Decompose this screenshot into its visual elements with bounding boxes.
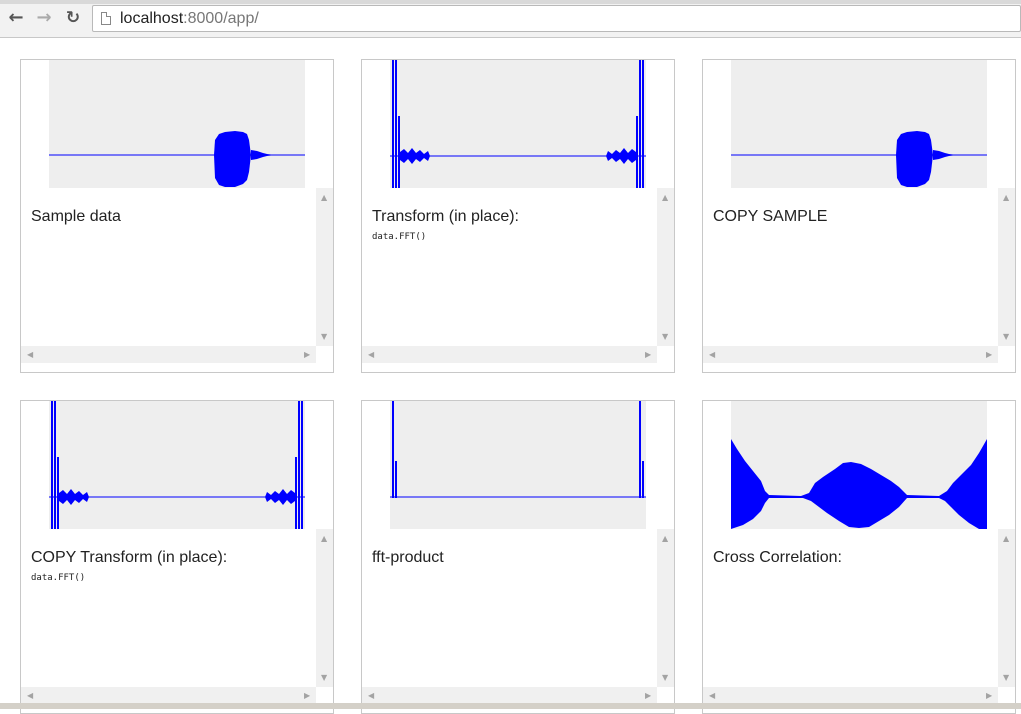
scroll-down-arrow-icon[interactable]: ▼ — [321, 333, 327, 341]
back-button[interactable]: ← — [6, 8, 26, 28]
panel-code: data.FFT() — [31, 573, 86, 583]
reload-icon: ↻ — [65, 7, 81, 28]
forward-arrow-icon: → — [36, 7, 52, 28]
panel-cross-correlation: Cross Correlation: ▲ ▼ ◀ ▶ — [702, 400, 1016, 714]
waveform-canvas — [49, 60, 305, 188]
textarea[interactable]: COPY Transform (in place): data.FFT() — [21, 529, 316, 687]
back-arrow-icon: ← — [8, 7, 24, 28]
scroll-up-arrow-icon[interactable]: ▲ — [1003, 194, 1009, 202]
tab-strip — [0, 0, 1021, 4]
vertical-scrollbar[interactable]: ▲ ▼ — [657, 188, 674, 346]
panel-title: Transform (in place): — [372, 208, 519, 225]
scroll-down-arrow-icon[interactable]: ▼ — [1003, 333, 1009, 341]
textarea[interactable]: COPY SAMPLE — [703, 188, 998, 346]
scroll-right-arrow-icon[interactable]: ▶ — [304, 692, 310, 700]
scroll-right-arrow-icon[interactable]: ▶ — [645, 692, 651, 700]
horizontal-scrollbar[interactable]: ◀ ▶ — [362, 346, 657, 363]
scroll-left-arrow-icon[interactable]: ◀ — [709, 351, 715, 359]
panel-title: COPY Transform (in place): — [31, 549, 228, 566]
scroll-down-arrow-icon[interactable]: ▼ — [662, 333, 668, 341]
scroll-left-arrow-icon[interactable]: ◀ — [27, 692, 33, 700]
scroll-right-arrow-icon[interactable]: ▶ — [304, 351, 310, 359]
waveform-canvas — [731, 60, 987, 188]
panel-title: Cross Correlation: — [713, 549, 842, 566]
horizontal-scrollbar[interactable]: ◀ ▶ — [21, 687, 316, 704]
scroll-right-arrow-icon[interactable]: ▶ — [986, 351, 992, 359]
scroll-up-arrow-icon[interactable]: ▲ — [321, 535, 327, 543]
url-path: :8000/app/ — [183, 10, 259, 27]
vertical-scrollbar[interactable]: ▲ ▼ — [657, 529, 674, 687]
reload-button[interactable]: ↻ — [63, 8, 83, 28]
panel-sample-data: Sample data ▲ ▼ ◀ ▶ — [20, 59, 334, 373]
horizontal-scrollbar[interactable]: ◀ ▶ — [362, 687, 657, 704]
scroll-left-arrow-icon[interactable]: ◀ — [368, 351, 374, 359]
horizontal-scrollbar[interactable]: ◀ ▶ — [703, 346, 998, 363]
horizontal-scrollbar[interactable]: ◀ ▶ — [703, 687, 998, 704]
scroll-down-arrow-icon[interactable]: ▼ — [321, 674, 327, 682]
forward-button[interactable]: → — [34, 8, 54, 28]
waveform-canvas — [390, 60, 646, 188]
page-icon — [101, 12, 111, 25]
url-host: localhost — [120, 10, 184, 27]
panel-copy-transform: COPY Transform (in place): data.FFT() ▲ … — [20, 400, 334, 714]
scroll-left-arrow-icon[interactable]: ◀ — [27, 351, 33, 359]
scroll-left-arrow-icon[interactable]: ◀ — [709, 692, 715, 700]
scroll-left-arrow-icon[interactable]: ◀ — [368, 692, 374, 700]
scroll-up-arrow-icon[interactable]: ▲ — [662, 535, 668, 543]
panel-title: Sample data — [31, 208, 121, 225]
waveform-canvas — [731, 401, 987, 529]
waveform-canvas — [49, 401, 305, 529]
scroll-right-arrow-icon[interactable]: ▶ — [986, 692, 992, 700]
vertical-scrollbar[interactable]: ▲ ▼ — [316, 188, 333, 346]
waveform-canvas — [390, 401, 646, 529]
scroll-down-arrow-icon[interactable]: ▼ — [1003, 674, 1009, 682]
vertical-scrollbar[interactable]: ▲ ▼ — [316, 529, 333, 687]
vertical-scrollbar[interactable]: ▲ ▼ — [998, 529, 1015, 687]
textarea[interactable]: Cross Correlation: — [703, 529, 998, 687]
textarea[interactable]: Sample data — [21, 188, 316, 346]
panel-copy-sample: COPY SAMPLE ▲ ▼ ◀ ▶ — [702, 59, 1016, 373]
panel-transform: Transform (in place): data.FFT() ▲ ▼ ◀ ▶ — [361, 59, 675, 373]
scroll-up-arrow-icon[interactable]: ▲ — [662, 194, 668, 202]
browser-toolbar: ← → ↻ localhost:8000/app/ — [0, 0, 1021, 38]
scroll-down-arrow-icon[interactable]: ▼ — [662, 674, 668, 682]
panel-fft-product: fft-product ▲ ▼ ◀ ▶ — [361, 400, 675, 714]
textarea[interactable]: Transform (in place): data.FFT() — [362, 188, 657, 346]
textarea[interactable]: fft-product — [362, 529, 657, 687]
panel-title: COPY SAMPLE — [713, 208, 828, 225]
url-text: localhost:8000/app/ — [120, 10, 259, 28]
scroll-right-arrow-icon[interactable]: ▶ — [645, 351, 651, 359]
scroll-up-arrow-icon[interactable]: ▲ — [1003, 535, 1009, 543]
horizontal-scrollbar[interactable]: ◀ ▶ — [21, 346, 316, 363]
panel-title: fft-product — [372, 549, 444, 566]
vertical-scrollbar[interactable]: ▲ ▼ — [998, 188, 1015, 346]
scroll-up-arrow-icon[interactable]: ▲ — [321, 194, 327, 202]
taskbar-edge — [0, 703, 1021, 709]
panel-code: data.FFT() — [372, 232, 427, 242]
address-bar[interactable]: localhost:8000/app/ — [92, 5, 1021, 32]
